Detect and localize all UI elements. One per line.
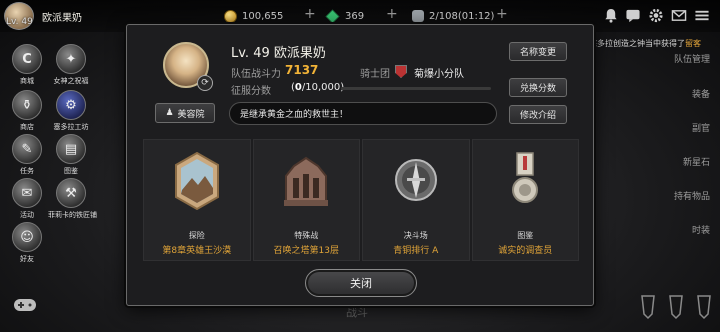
chat-icon[interactable]: [625, 8, 641, 23]
notice-item: 留客: [685, 39, 701, 48]
gold-counter: 100,655: [224, 8, 283, 24]
blacksmith-icon: ⚒: [56, 178, 86, 208]
menu-shop-mall[interactable]: C 商城: [4, 44, 50, 86]
card-codex[interactable]: 图鉴 诚实的调查员: [471, 139, 579, 261]
menu-friends[interactable]: ☺ 好友: [4, 222, 50, 264]
quest-icon: ✎: [12, 134, 42, 164]
menu-event[interactable]: ✉ 活动: [4, 178, 50, 220]
card-value: 第8章英雄王沙漠: [162, 246, 232, 256]
score-readout: (0/10,000): [291, 82, 344, 93]
arena-emblem-icon: [394, 159, 437, 201]
quick-slot-icons[interactable]: [636, 294, 716, 320]
card-category: 探险: [188, 231, 205, 240]
profile-name: Lv. 49 欧派果奶: [231, 46, 326, 61]
player-name: 欧派果奶: [42, 13, 82, 24]
gamepad-icon[interactable]: [12, 296, 38, 314]
friends-icon: ☺: [12, 222, 42, 252]
profile-dialog: ⟳ Lv. 49 欧派果奶 队伍战斗力 7137 骑士团 菊爆小分队 征服分数 …: [126, 24, 594, 306]
right-menu-team[interactable]: 队伍管理: [674, 52, 710, 65]
shop-mall-icon: C: [12, 44, 42, 74]
card-value: 青铜排行 A: [393, 246, 439, 256]
card-adventure[interactable]: 探险 第8章英雄王沙漠: [143, 139, 251, 261]
menu-label: 活动: [20, 211, 34, 219]
inventory-counter: 2/108(01:12): [412, 8, 494, 24]
motto-field: 是继承黄金之血的救世主！: [229, 102, 497, 125]
store-icon: ⚱: [12, 90, 42, 120]
card-value: 召唤之塔第13层: [273, 246, 339, 256]
inventory-icon: [412, 10, 424, 22]
menu-label: 商城: [20, 77, 34, 85]
card-category: 特殊战: [294, 231, 319, 240]
card-special-battle[interactable]: 特殊战 召唤之塔第13层: [252, 139, 360, 261]
right-menu-adjutant[interactable]: 副官: [692, 121, 710, 134]
menu-label: 商店: [20, 123, 34, 131]
menu-label: 菲莉卡的铁匠铺: [48, 211, 97, 219]
card-category: 决斗场: [403, 231, 428, 240]
guild-emblem-icon: [395, 65, 407, 78]
beauty-salon-button[interactable]: ♟ 美容院: [155, 103, 215, 123]
menu-label: 女神之祝福: [53, 77, 89, 85]
right-menu-equipment[interactable]: 装备: [692, 87, 710, 100]
gem-counter: 369: [325, 8, 365, 24]
gem-icon: [325, 9, 340, 23]
menu-blacksmith[interactable]: ⚒ 菲莉卡的铁匠铺: [48, 178, 97, 220]
card-arena[interactable]: 决斗场 青铜排行 A: [362, 139, 470, 261]
battle-label: 战斗: [346, 306, 368, 319]
add-gold-button[interactable]: +: [304, 6, 316, 22]
player-level: Lv. 49: [6, 17, 33, 27]
mail-icon[interactable]: [671, 8, 687, 23]
card-value: 诚实的调查员: [498, 246, 553, 256]
gold-amount: 100,655: [242, 10, 284, 22]
power-value: 7137: [285, 63, 319, 77]
beauty-icon: ♟: [165, 108, 174, 118]
menu-workshop[interactable]: ⚙ 塞多拉工坊: [48, 90, 94, 132]
score-value: 0: [294, 82, 302, 93]
add-gems-button[interactable]: +: [386, 6, 398, 22]
menu-store[interactable]: ⚱ 商店: [4, 90, 50, 132]
special-battle-emblem-icon: [284, 156, 329, 206]
score-total: /10,000: [301, 82, 341, 93]
right-menu-costume[interactable]: 时装: [692, 223, 710, 236]
menu-icon[interactable]: [694, 8, 710, 23]
codex-icon: ▤: [56, 134, 86, 164]
gear-icon[interactable]: [648, 8, 664, 23]
workshop-icon: ⚙: [56, 90, 86, 120]
rename-button[interactable]: 名称变更: [509, 42, 567, 61]
menu-label: 图鉴: [64, 167, 78, 175]
bell-icon[interactable]: [603, 8, 619, 23]
exchange-score-button[interactable]: 兑换分数: [509, 78, 567, 97]
adventure-emblem-icon: [174, 152, 219, 210]
goddess-blessing-icon: ✦: [56, 44, 86, 74]
gem-amount: 369: [345, 10, 365, 22]
inventory-amount: 2/108(01:12): [429, 10, 495, 22]
menu-label: 任务: [20, 167, 34, 175]
expand-inventory-button[interactable]: +: [496, 6, 508, 22]
edit-motto-button[interactable]: 修改介绍: [509, 105, 567, 124]
right-menu-nova-stone[interactable]: 新星石: [683, 155, 710, 168]
menu-goddess-blessing[interactable]: ✦ 女神之祝福: [48, 44, 94, 86]
guild-name: 菊爆小分队: [414, 69, 464, 80]
menu-quest[interactable]: ✎ 任务: [4, 134, 50, 176]
right-menu-items[interactable]: 持有物品: [674, 189, 710, 202]
achievement-cards: 探险 第8章英雄王沙漠 特殊战 召唤之塔第13层 决斗场 青铜排行 A 图鉴 诚…: [143, 139, 579, 261]
menu-label: 塞多拉工坊: [53, 123, 89, 131]
event-icon: ✉: [12, 178, 42, 208]
menu-codex[interactable]: ▤ 图鉴: [48, 134, 94, 176]
beauty-label: 美容院: [177, 109, 205, 120]
close-button[interactable]: 关闭: [305, 269, 417, 297]
power-label: 队伍战斗力: [231, 69, 281, 80]
score-progress-bar: [341, 87, 491, 90]
swap-portrait-icon[interactable]: ⟳: [197, 75, 213, 91]
gold-coin-icon: [224, 9, 237, 23]
score-label: 征服分数: [231, 86, 271, 97]
card-category: 图鉴: [517, 231, 534, 240]
codex-medal-icon: [512, 152, 539, 203]
menu-label: 好友: [20, 255, 34, 263]
guild-label: 骑士团: [360, 69, 390, 80]
